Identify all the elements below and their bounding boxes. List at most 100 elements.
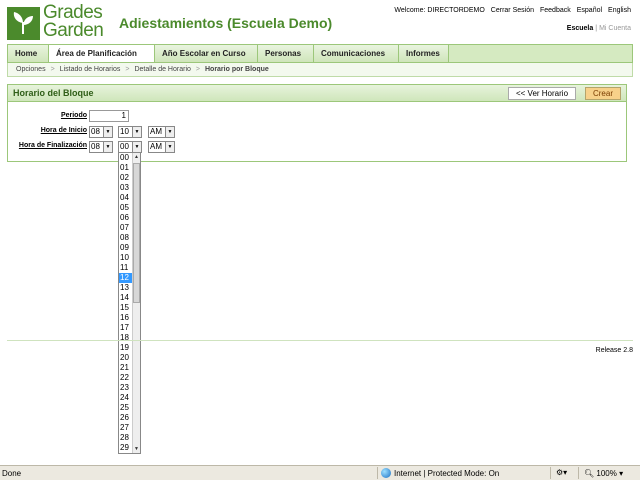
dropdown-option[interactable]: 01: [119, 163, 133, 173]
english-link[interactable]: English: [608, 7, 631, 14]
brand-line-2: Garden: [43, 20, 104, 41]
dropdown-option[interactable]: 08: [119, 233, 133, 243]
user-links: Welcome: DIRECTORDEMO Cerrar Sesión Feed…: [394, 7, 631, 14]
dropdown-option[interactable]: 23: [119, 383, 133, 393]
security-zone[interactable]: Internet | Protected Mode: On: [381, 468, 499, 478]
dropdown-option[interactable]: 21: [119, 363, 133, 373]
dropdown-option[interactable]: 15: [119, 303, 133, 313]
scope-school[interactable]: Escuela: [567, 25, 593, 32]
magnifier-icon: 🔍︎: [584, 469, 595, 478]
dropdown-option[interactable]: 06: [119, 213, 133, 223]
dropdown-option[interactable]: 05: [119, 203, 133, 213]
dropdown-option[interactable]: 07: [119, 223, 133, 233]
start-ampm-value: AM: [150, 127, 162, 136]
protected-mode-icon[interactable]: ⚙▾: [556, 468, 567, 477]
globe-icon: [381, 468, 391, 478]
start-minute-value: 10: [120, 127, 129, 136]
dropdown-option[interactable]: 24: [119, 393, 133, 403]
brand-name[interactable]: Grades Garden: [43, 3, 104, 41]
scroll-up-icon[interactable]: ▲: [133, 153, 140, 161]
nav-people[interactable]: Personas: [258, 45, 314, 62]
panel-header: Horario del Bloque << Ver Horario Crear: [8, 85, 626, 102]
scroll-down-icon[interactable]: ▼: [133, 445, 140, 453]
dropdown-option[interactable]: 28: [119, 433, 133, 443]
dropdown-scrollbar[interactable]: ▲ ▼: [132, 153, 140, 453]
nav-home[interactable]: Home: [8, 45, 49, 62]
panel-title: Horario del Bloque: [13, 88, 94, 98]
dropdown-option[interactable]: 13: [119, 283, 133, 293]
chevron-down-icon: ▼: [165, 142, 174, 152]
dropdown-option[interactable]: 29: [119, 443, 133, 453]
end-time-label: Hora de Finalización: [18, 142, 87, 149]
footer-divider: [7, 340, 633, 341]
scroll-thumb[interactable]: [133, 163, 140, 303]
chevron-right-icon: >: [195, 66, 200, 73]
chevron-down-icon: ▼: [132, 142, 141, 152]
nav-reports[interactable]: Informes: [399, 45, 449, 62]
dropdown-option[interactable]: 12: [119, 273, 133, 283]
end-minute-value: 00: [120, 142, 129, 151]
security-zone-text: Internet | Protected Mode: On: [394, 468, 500, 478]
main-nav: Home Área de Planificación Año Escolar e…: [7, 44, 633, 63]
start-hour-select[interactable]: 08 ▼: [89, 126, 113, 138]
browser-status-bar: Done Internet | Protected Mode: On ⚙▾ 🔍︎…: [0, 465, 640, 480]
dropdown-option[interactable]: 27: [119, 423, 133, 433]
start-ampm-select[interactable]: AM ▼: [148, 126, 175, 138]
end-ampm-value: AM: [150, 142, 162, 151]
dropdown-option[interactable]: 14: [119, 293, 133, 303]
breadcrumb-schedule-detail[interactable]: Detalle de Horario: [134, 66, 190, 73]
breadcrumb: Opciones > Listado de Horarios > Detalle…: [7, 63, 633, 77]
breadcrumb-current: Horario por Bloque: [204, 66, 269, 73]
chevron-down-icon: ▼: [165, 127, 174, 137]
status-separator: [578, 467, 579, 479]
welcome-text: Welcome: DIRECTORDEMO: [394, 7, 485, 14]
nav-communications[interactable]: Comunicaciones: [314, 45, 399, 62]
dropdown-option[interactable]: 20: [119, 353, 133, 363]
end-hour-value: 08: [91, 142, 100, 151]
logout-link[interactable]: Cerrar Sesión: [491, 7, 534, 14]
scope-my-account[interactable]: Mi Cuenta: [599, 25, 631, 32]
dropdown-option[interactable]: 02: [119, 173, 133, 183]
nav-planning-area[interactable]: Área de Planificación: [49, 45, 155, 62]
dropdown-option[interactable]: 17: [119, 323, 133, 333]
chevron-down-icon: ▼: [103, 127, 112, 137]
zoom-value: 100%: [596, 469, 617, 478]
zoom-level[interactable]: 🔍︎ 100% ▾: [584, 469, 623, 478]
dropdown-option[interactable]: 10: [119, 253, 133, 263]
feedback-link[interactable]: Feedback: [540, 7, 571, 14]
minute-dropdown-list[interactable]: 00 01 02 03 04 05 06 07 08 09 10 11 12 13 14 15 16 17 18 19…: [118, 152, 141, 454]
dropdown-option[interactable]: 16: [119, 313, 133, 323]
dropdown-option[interactable]: 09: [119, 243, 133, 253]
dropdown-option[interactable]: 22: [119, 373, 133, 383]
end-hour-select[interactable]: 08 ▼: [89, 141, 113, 153]
status-text: Done: [2, 469, 22, 478]
end-ampm-select[interactable]: AM ▼: [148, 141, 175, 153]
chevron-right-icon: >: [50, 66, 55, 73]
dropdown-option[interactable]: 25: [119, 403, 133, 413]
page-title: Adiestamientos (Escuela Demo): [119, 15, 333, 31]
start-time-label: Hora de Inicio: [40, 127, 87, 134]
breadcrumb-schedule-list[interactable]: Listado de Horarios: [60, 66, 121, 73]
scope-switcher: Escuela | Mi Cuenta: [567, 25, 631, 32]
dropdown-option[interactable]: 04: [119, 193, 133, 203]
dropdown-option[interactable]: 11: [119, 263, 133, 273]
nav-current-school-year[interactable]: Año Escolar en Curso: [155, 45, 258, 62]
view-schedule-button[interactable]: << Ver Horario: [508, 87, 576, 100]
dropdown-option[interactable]: 03: [119, 183, 133, 193]
dropdown-option[interactable]: 00: [119, 153, 133, 163]
periodo-input[interactable]: 1: [89, 110, 129, 122]
dropdown-options: 00 01 02 03 04 05 06 07 08 09 10 11 12 13 14 15 16 17 18 19…: [119, 153, 133, 453]
spanish-link[interactable]: Español: [577, 7, 602, 14]
create-button[interactable]: Crear: [585, 87, 621, 100]
chevron-right-icon: >: [125, 66, 130, 73]
grades-garden-logo-icon[interactable]: [7, 7, 40, 40]
chevron-down-icon: ▼: [132, 127, 141, 137]
start-minute-select[interactable]: 10 ▼: [118, 126, 142, 138]
dropdown-option[interactable]: 18: [119, 333, 133, 343]
dropdown-option[interactable]: 19: [119, 343, 133, 353]
status-separator: [550, 467, 551, 479]
header: Grades Garden Adiestamientos (Escuela De…: [0, 0, 640, 44]
breadcrumb-options[interactable]: Opciones: [16, 66, 46, 73]
dropdown-option[interactable]: 26: [119, 413, 133, 423]
start-hour-value: 08: [91, 127, 100, 136]
